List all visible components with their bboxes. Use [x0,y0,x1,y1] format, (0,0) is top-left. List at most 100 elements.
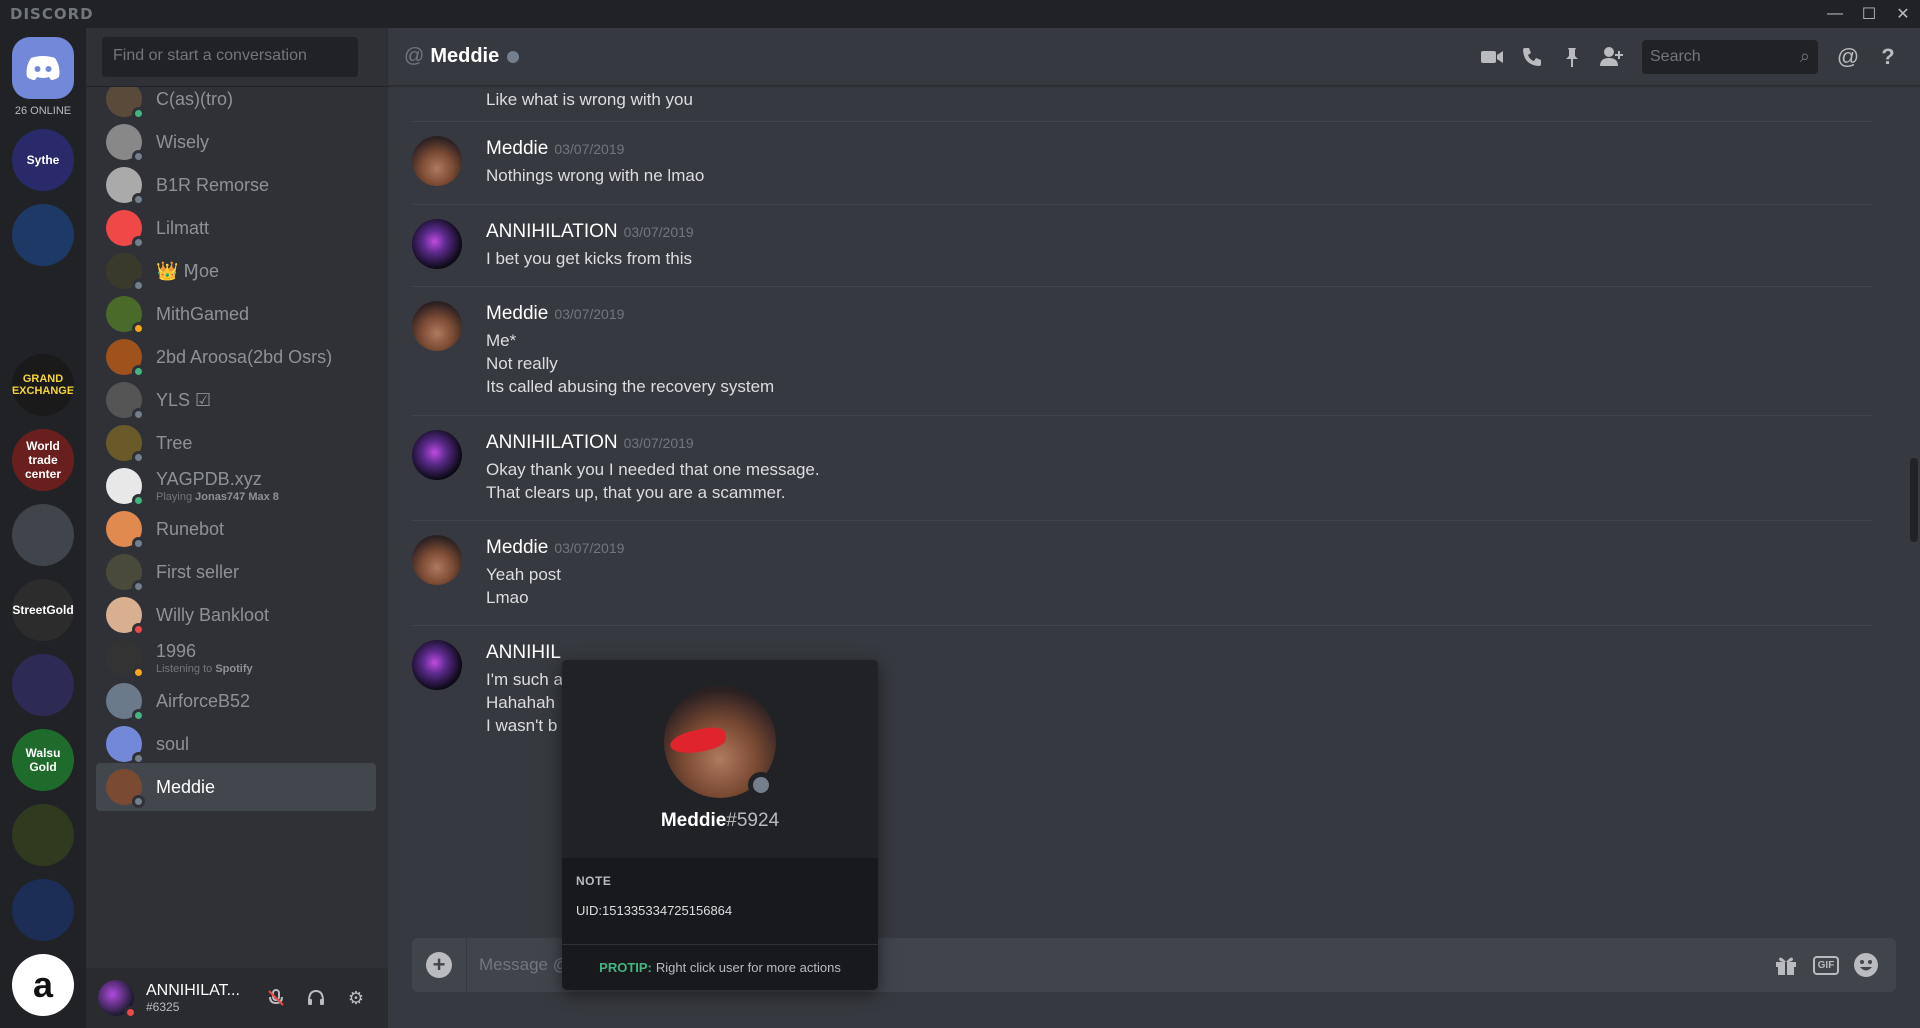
minimize-icon[interactable]: — [1818,0,1852,28]
avatar [106,167,145,206]
avatar [106,511,145,550]
gift-icon[interactable] [1766,945,1806,985]
avatar-glasses [668,724,728,758]
guild-icon[interactable]: Walsu Gold [12,729,74,791]
dm-item-name: 👑 Ɱoe [156,260,219,281]
avatar[interactable] [412,640,462,690]
avatar[interactable] [412,535,462,585]
message-group: ANNIHILATION 03/07/2019 I bet you get kick… [412,204,1872,275]
dm-search-input[interactable]: Find or start a conversation [102,37,358,77]
message-group: Meddie 03/07/2019 Yeah post Lmao [412,520,1872,614]
message-timestamp: 03/07/2019 [554,141,625,157]
dm-item-name: C(as)(tro) [156,88,233,109]
message-author[interactable]: ANNIHILATION [486,432,618,454]
mentions-icon[interactable]: @ [1828,37,1868,77]
note-field[interactable]: UID:151335334725156864 [576,903,732,918]
dm-item[interactable]: soul [96,720,376,768]
guild-icon[interactable]: World trade center [12,429,74,491]
voice-call-icon[interactable] [1512,37,1552,77]
guild-icon[interactable] [12,504,74,566]
add-friend-icon[interactable] [1592,37,1632,77]
popout-username[interactable]: Meddie#5924 [562,810,878,832]
protip: PROTIP: Right click user for more actions [562,944,878,990]
popout-header: Meddie#5924 [562,660,878,858]
message-author[interactable]: ANNIHIL [486,642,561,664]
guild-label: GRAND EXCHANGE [12,373,74,397]
dm-item[interactable]: Wisely [96,118,376,166]
guild-icon[interactable]: StreetGold [12,579,74,641]
activity-name: Spotify [215,663,253,675]
dm-item[interactable]: First seller [96,548,376,596]
avatar [106,87,145,120]
dm-item[interactable]: Meddie [96,763,376,811]
dm-item[interactable]: Runebot [96,505,376,553]
message-timestamp: 03/07/2019 [554,306,625,322]
headphones-icon[interactable] [296,978,336,1018]
message-line: Its called abusing the recovery system [486,377,775,396]
upload-plus-icon[interactable]: + [426,952,452,978]
message-line: I bet you get kicks from this [486,249,692,268]
message-group: ANNIHILATION 03/07/2019 Okay thank you I n… [412,415,1872,509]
dm-item[interactable]: MithGamed [96,290,376,338]
guild-icon[interactable]: a [12,954,74,1016]
message-line: Like what is wrong with you [486,90,693,109]
video-call-icon[interactable] [1472,37,1512,77]
maximize-icon[interactable]: ☐ [1852,0,1886,28]
close-icon[interactable]: ✕ [1886,0,1920,28]
avatar[interactable] [412,301,462,351]
dm-item[interactable]: Lilmatt [96,204,376,252]
dm-item[interactable]: 👑 Ɱoe [96,247,376,295]
scrollbar[interactable] [1910,458,1918,542]
guild-icon[interactable] [12,204,74,266]
avatar [106,425,145,464]
avatar [106,640,145,679]
dm-item-name: Runebot [156,518,225,539]
avatar[interactable] [412,136,462,186]
user-tag: #6325 [146,1000,180,1014]
guild-icon[interactable]: GRAND EXCHANGE [12,354,74,416]
guild-icon[interactable] [12,654,74,716]
dm-item[interactable]: 1996 Listening to Spotify [96,634,376,682]
popout-name: Meddie [660,810,727,831]
status-icon [132,795,145,808]
avatar [106,124,145,163]
dm-item[interactable]: Tree [96,419,376,467]
avatar[interactable] [412,219,462,269]
dm-item[interactable]: AirforceB52 [96,677,376,725]
popout-discriminator: #5924 [726,810,780,831]
dm-item-activity: Playing Jonas747 Max 8 [156,491,279,503]
avatar[interactable] [98,980,137,1019]
guild-icon[interactable] [12,804,74,866]
message-author[interactable]: Meddie [486,303,548,325]
message-author[interactable]: Meddie [486,537,548,559]
dm-item[interactable]: Willy Bankloot [96,591,376,639]
settings-gear-icon[interactable]: ⚙ [336,978,376,1018]
message-input[interactable]: Message @ [479,955,570,975]
search-placeholder: Search [1650,48,1701,65]
dm-item[interactable]: B1R Remorse [96,161,376,209]
guild-icon[interactable] [12,879,74,941]
avatar[interactable] [412,430,462,480]
search-input[interactable]: Search ⌕ [1642,40,1818,74]
mute-mic-icon[interactable] [256,978,296,1018]
message-author[interactable]: ANNIHILATION [486,221,618,243]
pin-icon[interactable] [1552,37,1592,77]
dm-item[interactable]: 2bd Aroosa(2bd Osrs) [96,333,376,381]
guild-icon[interactable]: Sythe [12,129,74,191]
message-author[interactable]: Meddie [486,138,548,160]
dm-item[interactable]: YAGPDB.xyz Playing Jonas747 Max 8 [96,462,376,510]
activity-prefix: Listening to [156,663,216,675]
help-icon[interactable]: ? [1868,37,1908,77]
search-icon: ⌕ [1799,46,1810,66]
gif-icon[interactable]: GIF [1806,945,1846,985]
message-timestamp: 03/07/2019 [623,224,694,240]
emoji-icon[interactable] [1846,945,1886,985]
guild-icon[interactable] [12,279,74,341]
guild-label: Walsu Gold [25,746,61,774]
avatar [106,468,145,507]
message-line: Not really [486,354,558,373]
home-button[interactable] [12,37,74,99]
dm-item[interactable]: YLS ☑ [96,376,376,424]
activity-name: Jonas747 Max 8 [195,491,279,503]
dm-item-name: First seller [156,561,240,582]
